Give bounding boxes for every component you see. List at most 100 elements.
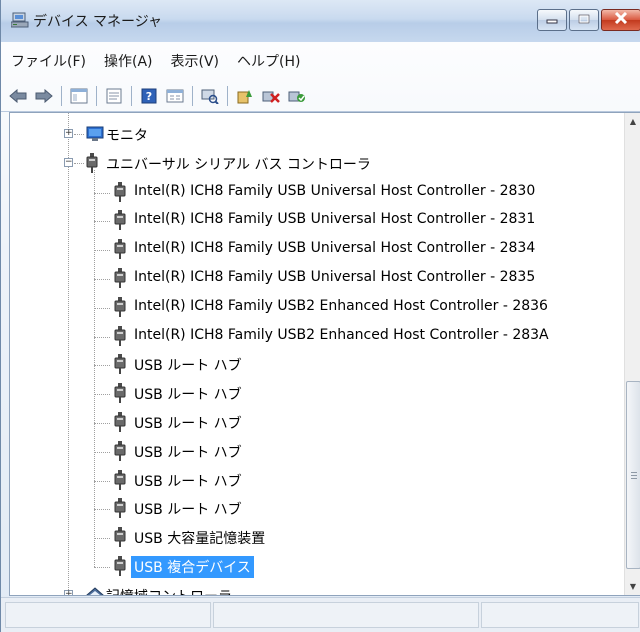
disable-device-icon[interactable] <box>260 85 282 107</box>
usb-icon <box>114 556 130 576</box>
device-tree[interactable]: + モニタ − ユニバーサル シリアル バス コントローラ Intel(R) ICH8 … <box>10 113 624 595</box>
tree-item-label: ユニバーサル シリアル バス コントローラ <box>106 156 371 173</box>
usb-icon <box>114 469 130 490</box>
tree-connector-line <box>94 394 110 396</box>
tree-item-label: Intel(R) ICH8 Family USB2 Enhanced Host … <box>134 326 549 343</box>
tree-connector-line <box>94 538 110 540</box>
tree-device-item[interactable]: Intel(R) ICH8 Family USB2 Enhanced Host … <box>10 323 624 349</box>
menu-view[interactable]: 表示(V) <box>171 51 220 71</box>
tree-device-item[interactable]: Intel(R) ICH8 Family USB Universal Host … <box>10 207 624 233</box>
properties-icon[interactable] <box>103 85 125 107</box>
menu-bar: ファイル(F) 操作(A) 表示(V) ヘルプ(H) <box>1 48 640 74</box>
tree-connector-line <box>94 480 110 482</box>
tree-connector-line <box>94 451 110 453</box>
back-icon[interactable] <box>7 85 29 107</box>
tree-device-item[interactable]: USB ルート ハブ <box>10 351 624 377</box>
tree-device-item[interactable]: USB ルート ハブ <box>10 409 624 435</box>
tree-device-item[interactable]: Intel(R) ICH8 Family USB Universal Host … <box>10 236 624 262</box>
tree-item-label: USB ルート ハブ <box>134 444 242 461</box>
tree-category-item[interactable]: + 記憶域コントローラ <box>10 582 624 595</box>
device-tree-pane: + モニタ − ユニバーサル シリアル バス コントローラ Intel(R) ICH8 … <box>9 112 640 596</box>
toolbar-separator <box>61 85 62 106</box>
expand-icon[interactable]: + <box>64 589 73 595</box>
menu-action[interactable]: 操作(A) <box>104 51 153 71</box>
tree-connector-line <box>94 192 110 194</box>
scroll-up-icon[interactable]: ▲ <box>625 113 640 130</box>
tree-item-label: Intel(R) ICH8 Family USB Universal Host … <box>134 269 536 285</box>
scroll-down-icon[interactable]: ▼ <box>625 578 640 595</box>
tree-connector-line <box>94 250 110 252</box>
status-cell <box>5 602 211 628</box>
tree-device-item[interactable]: USB 複合デバイス <box>10 553 624 579</box>
tree-item-label: USB ルート ハブ <box>134 473 242 490</box>
usb-icon <box>114 498 130 519</box>
tree-item-label: Intel(R) ICH8 Family USB Universal Host … <box>134 211 536 228</box>
uninstall-device-icon[interactable] <box>286 85 308 107</box>
help-icon[interactable]: ? <box>138 85 160 107</box>
menu-help[interactable]: ヘルプ(H) <box>237 51 300 71</box>
view-icon[interactable] <box>164 85 186 107</box>
tree-item-label: USB ルート ハブ <box>134 502 242 519</box>
tree-connector-line <box>74 162 84 164</box>
tree-item-label: Intel(R) ICH8 Family USB Universal Host … <box>134 240 536 257</box>
tree-connector-line <box>94 221 110 223</box>
menu-file[interactable]: ファイル(F) <box>11 51 86 71</box>
close-icon <box>614 11 628 28</box>
scan-hardware-icon[interactable] <box>199 85 221 107</box>
window-title: デバイス マネージャ <box>33 14 163 30</box>
toolbar-separator <box>227 85 228 106</box>
usb-icon <box>114 239 130 260</box>
tree-device-item[interactable]: USB 大容量記憶装置 <box>10 524 624 550</box>
scroll-thumb[interactable] <box>626 381 640 569</box>
close-button[interactable] <box>601 9 640 31</box>
maximize-icon <box>578 12 590 28</box>
tree-device-item[interactable]: Intel(R) ICH8 Family USB2 Enhanced Host … <box>10 294 624 320</box>
usb-icon <box>114 412 130 432</box>
toolbar-separator <box>131 85 132 106</box>
svg-text:?: ? <box>146 90 152 103</box>
tree-category-item[interactable]: − ユニバーサル シリアル バス コントローラ <box>10 150 624 176</box>
tree-item-label: USB 大容量記憶装置 <box>134 531 266 548</box>
scroll-grip-icon <box>631 472 637 479</box>
tree-connector-line <box>94 307 110 309</box>
console-tree-icon[interactable] <box>68 85 90 107</box>
tree-category-item[interactable]: + モニタ <box>10 121 624 147</box>
tree-device-item[interactable]: Intel(R) ICH8 Family USB Universal Host … <box>10 179 624 205</box>
status-bar <box>1 597 640 632</box>
expand-icon[interactable]: + <box>64 129 73 138</box>
forward-icon[interactable] <box>33 85 55 107</box>
title-bar[interactable]: デバイス マネージャ <box>1 0 640 42</box>
tree-item-label: USB ルート ハブ <box>134 387 242 404</box>
tree-device-item[interactable]: USB ルート ハブ <box>10 438 624 464</box>
device-manager-window: デバイス マネージャ ファイル(F) 操作(A) 表示(V) ヘルプ(H) ? … <box>0 0 640 632</box>
tree-item-label: USB ルート ハブ <box>134 358 242 375</box>
usb-icon <box>114 296 130 317</box>
storage-controller-icon <box>86 587 104 595</box>
selected-tree-item-label: USB 複合デバイス <box>131 556 254 578</box>
tree-device-item[interactable]: Intel(R) ICH8 Family USB Universal Host … <box>10 265 624 291</box>
tree-connector-line <box>94 365 110 367</box>
vertical-scrollbar[interactable]: ▲ ▼ <box>624 113 640 595</box>
tree-device-item[interactable]: USB ルート ハブ <box>10 380 624 406</box>
usb-icon <box>114 527 130 548</box>
tree-device-item[interactable]: USB ルート ハブ <box>10 495 624 521</box>
tree-item-label: USB ルート ハブ <box>134 416 242 432</box>
usb-icon <box>114 210 130 231</box>
collapse-icon[interactable]: − <box>64 157 73 167</box>
tree-item-label: Intel(R) ICH8 Family USB2 Enhanced Host … <box>134 297 548 314</box>
minimize-button[interactable] <box>537 9 567 31</box>
usb-icon <box>114 181 130 202</box>
tree-device-item[interactable]: USB ルート ハブ <box>10 467 624 493</box>
tree-connector-line <box>74 134 84 135</box>
tree-connector-line <box>94 423 110 424</box>
usb-icon <box>114 325 130 346</box>
toolbar-separator <box>96 85 97 106</box>
maximize-button[interactable] <box>569 9 599 31</box>
status-cell <box>213 602 479 628</box>
monitor-icon <box>86 126 104 144</box>
tree-connector-line <box>94 567 110 568</box>
toolbar: ? <box>1 80 640 112</box>
usb-icon <box>114 268 130 288</box>
usb-icon <box>114 354 130 375</box>
update-driver-icon[interactable] <box>234 85 256 107</box>
